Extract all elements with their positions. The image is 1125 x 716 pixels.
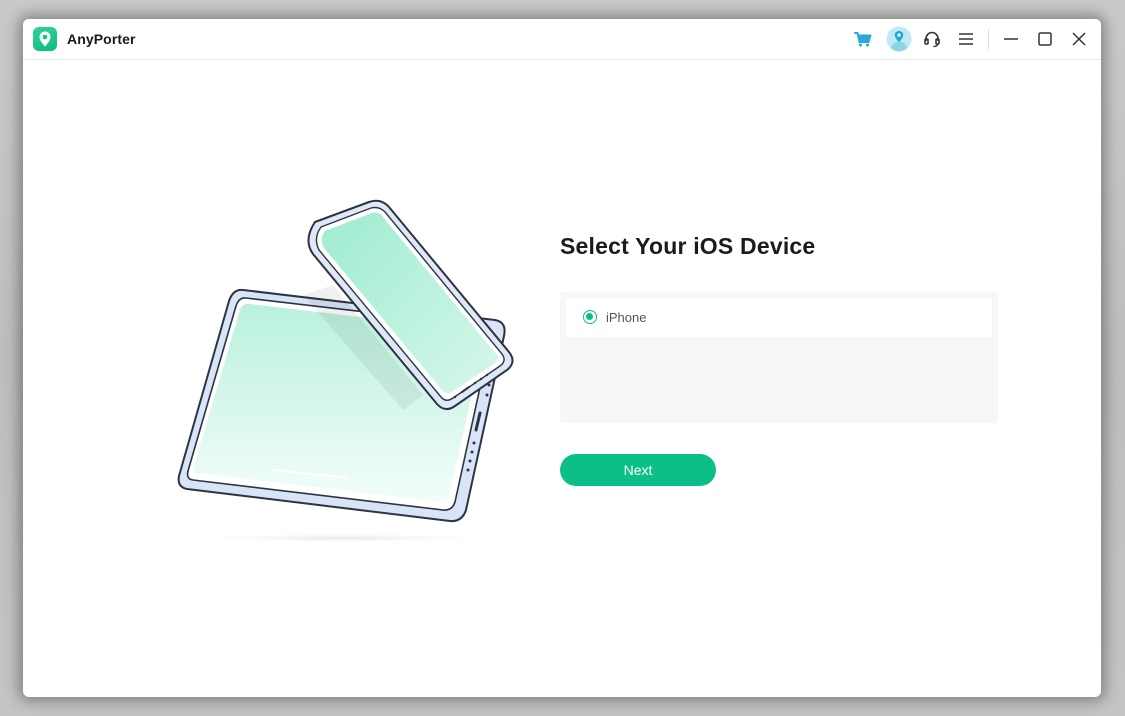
device-option-iphone[interactable]: iPhone (566, 298, 992, 337)
main-content: Select Your iOS Device iPhone Next (23, 60, 1101, 697)
device-list: iPhone (560, 292, 998, 423)
avatar-icon[interactable] (886, 26, 912, 52)
device-illustration (173, 180, 523, 550)
maximize-icon[interactable] (1033, 27, 1057, 51)
titlebar-divider (988, 29, 989, 49)
app-window: AnyPorter Select Your iOS Device iPhone … (23, 19, 1101, 697)
app-logo-icon (33, 27, 57, 51)
page-title: Select Your iOS Device (560, 233, 816, 259)
minimize-icon[interactable] (999, 27, 1023, 51)
menu-icon[interactable] (954, 27, 978, 51)
app-title: AnyPorter (67, 31, 136, 47)
radio-button[interactable] (583, 310, 597, 324)
radio-selected-dot (586, 313, 593, 320)
next-button[interactable]: Next (560, 454, 716, 486)
cart-icon[interactable] (851, 27, 875, 51)
close-icon[interactable] (1067, 27, 1091, 51)
headset-icon[interactable] (920, 27, 944, 51)
title-bar: AnyPorter (23, 19, 1101, 60)
device-option-label: iPhone (606, 310, 647, 325)
